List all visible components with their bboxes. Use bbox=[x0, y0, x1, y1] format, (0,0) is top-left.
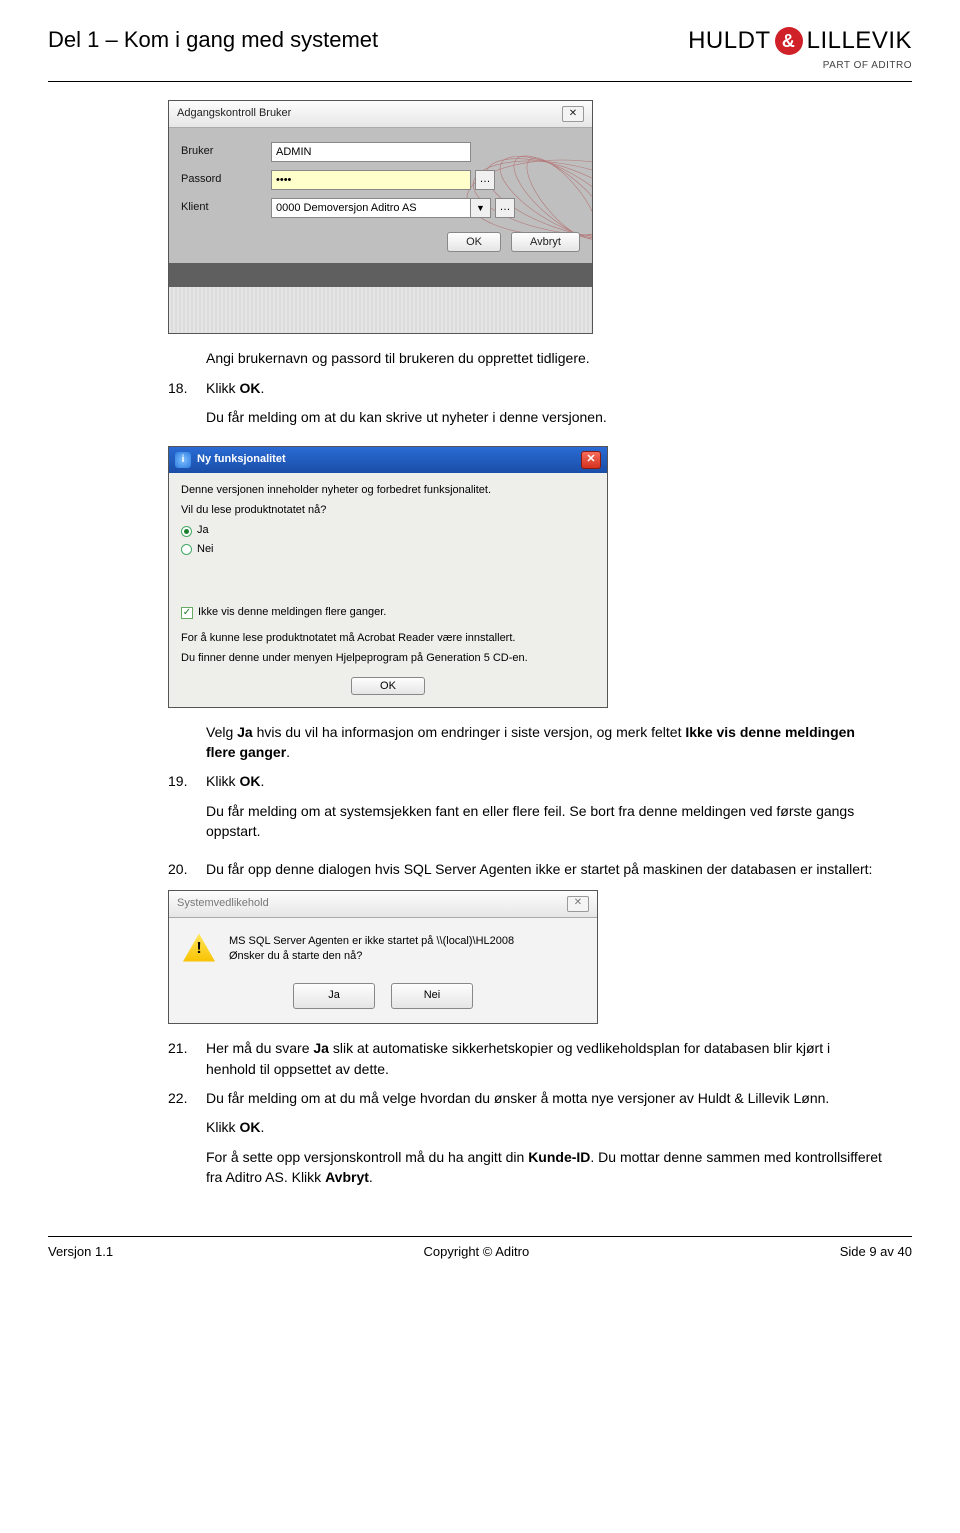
label-passord: Passord bbox=[181, 172, 271, 188]
brand-left: HULDT bbox=[688, 24, 771, 59]
label-klient: Klient bbox=[181, 200, 271, 216]
dlg2-line1: Denne versjonen inneholder nyheter og fo… bbox=[181, 483, 595, 499]
brand-ampersand-icon: & bbox=[775, 27, 803, 55]
passord-input[interactable] bbox=[271, 170, 471, 190]
step-number: 18. bbox=[168, 378, 200, 437]
bruker-input[interactable] bbox=[271, 142, 471, 162]
footer-page: Side 9 av 40 bbox=[840, 1243, 912, 1262]
dlg3-msg1: MS SQL Server Agenten er ikke startet på… bbox=[229, 934, 514, 950]
info-icon: i bbox=[175, 452, 191, 468]
login-dialog-screenshot: Adgangskontroll Bruker ✕ Bruker Passord bbox=[168, 100, 593, 334]
para-systemsjekk: Du får melding om at systemsjekken fant … bbox=[206, 801, 882, 842]
page-footer: Versjon 1.1 Copyright © Aditro Side 9 av… bbox=[48, 1236, 912, 1262]
klient-browse-button[interactable]: … bbox=[495, 198, 515, 218]
dialog-titlebar: i Ny funksjonalitet ✕ bbox=[169, 447, 607, 473]
dlg3-msg2: Ønsker du å starte den nå? bbox=[229, 949, 514, 965]
checkbox-ikke-vis[interactable]: ✓ Ikke vis denne meldingen flere ganger. bbox=[181, 605, 595, 621]
step-20: 20. Du får opp denne dialogen hvis SQL S… bbox=[168, 859, 882, 879]
klient-dropdown-icon[interactable]: ▼ bbox=[471, 198, 491, 218]
dlg2-info2: Du finner denne under menyen Hjelpeprogr… bbox=[181, 651, 595, 667]
close-icon[interactable]: ✕ bbox=[562, 106, 584, 122]
para-melding: Du får melding om at du kan skrive ut ny… bbox=[206, 407, 882, 427]
nei-button[interactable]: Nei bbox=[391, 983, 473, 1009]
warning-icon: ! bbox=[183, 934, 215, 962]
step-22: 22. Du får melding om at du må velge hvo… bbox=[168, 1088, 882, 1196]
step-19: 19. Klikk OK. Du får melding om at syste… bbox=[168, 771, 882, 850]
step-21: 21. Her må du svare Ja slik at automatis… bbox=[168, 1038, 882, 1079]
brand-right: LILLEVIK bbox=[807, 24, 912, 59]
dialog-title: Ny funksjonalitet bbox=[197, 452, 286, 468]
systemvedlikehold-dialog-screenshot: Systemvedlikehold ✕ ! MS SQL Server Agen… bbox=[168, 890, 598, 1025]
radio-icon bbox=[181, 526, 192, 537]
para-velg-ja: Velg Ja hvis du vil ha informasjon om en… bbox=[206, 722, 882, 763]
page-title: Del 1 – Kom i gang med systemet bbox=[48, 24, 378, 56]
ok-button[interactable]: OK bbox=[351, 677, 425, 695]
avbryt-button[interactable]: Avbryt bbox=[511, 232, 580, 252]
radio-nei[interactable]: Nei bbox=[181, 542, 595, 558]
para-angi: Angi brukernavn og passord til brukeren … bbox=[206, 348, 882, 368]
page-header: Del 1 – Kom i gang med systemet HULDT & … bbox=[48, 24, 912, 82]
footer-copyright: Copyright © Aditro bbox=[424, 1243, 530, 1262]
dialog-title: Adgangskontroll Bruker bbox=[177, 106, 291, 122]
label-bruker: Bruker bbox=[181, 144, 271, 160]
step-18: 18. Klikk OK. Du får melding om at du ka… bbox=[168, 378, 882, 437]
dlg2-info1: For å kunne lese produktnotatet må Acrob… bbox=[181, 631, 595, 647]
dialog-titlebar: Adgangskontroll Bruker ✕ bbox=[169, 101, 592, 128]
ny-funksjonalitet-dialog-screenshot: i Ny funksjonalitet ✕ Denne versjonen in… bbox=[168, 446, 608, 708]
footer-version: Versjon 1.1 bbox=[48, 1243, 113, 1262]
brand-logo: HULDT & LILLEVIK PART OF ADITRO bbox=[688, 24, 912, 73]
passord-browse-button[interactable]: … bbox=[475, 170, 495, 190]
brand-subtitle: PART OF ADITRO bbox=[823, 59, 912, 74]
radio-icon bbox=[181, 544, 192, 555]
radio-ja[interactable]: Ja bbox=[181, 523, 595, 539]
dialog-title: Systemvedlikehold bbox=[177, 896, 269, 912]
dialog-titlebar: Systemvedlikehold ✕ bbox=[169, 891, 597, 918]
ok-button[interactable]: OK bbox=[447, 232, 501, 252]
close-icon[interactable]: ✕ bbox=[567, 896, 589, 912]
ja-button[interactable]: Ja bbox=[293, 983, 375, 1009]
checkbox-icon: ✓ bbox=[181, 607, 193, 619]
dlg2-line2: Vil du lese produktnotatet nå? bbox=[181, 503, 595, 519]
klient-input[interactable] bbox=[271, 198, 471, 218]
close-icon[interactable]: ✕ bbox=[581, 451, 601, 469]
